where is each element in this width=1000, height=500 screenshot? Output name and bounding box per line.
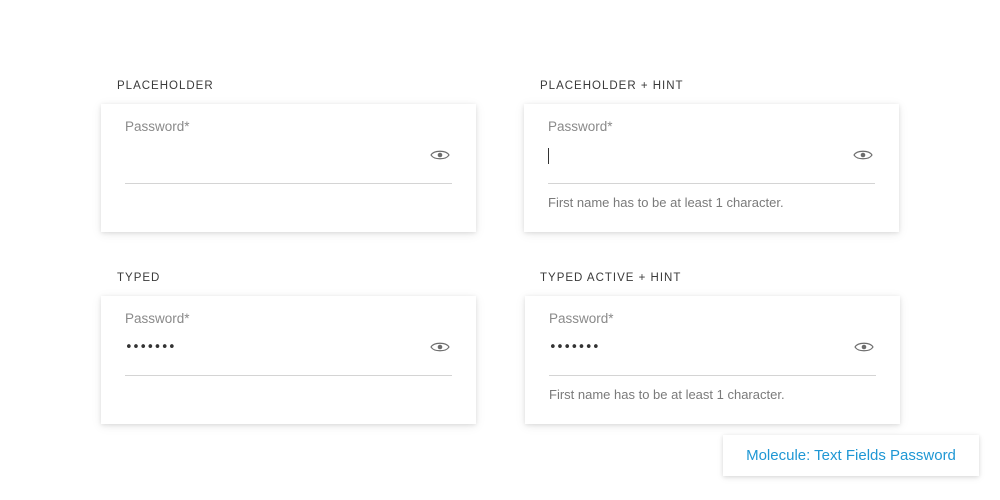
section-title-placeholder-hint: PLACEHOLDER + HINT (540, 80, 684, 92)
password-input[interactable]: ••••••• (125, 336, 452, 376)
password-input[interactable]: ••••••• (549, 336, 876, 376)
password-label: Password* (125, 311, 190, 326)
password-input[interactable] (548, 144, 875, 184)
password-label: Password* (125, 119, 190, 134)
component-tag: Molecule: Text Fields Password (723, 435, 979, 476)
section-title-typed-active-hint: TYPED ACTIVE + HINT (540, 272, 682, 284)
password-label: Password* (548, 119, 613, 134)
password-card-typed-active-hint: Password* ••••••• First name has to be a… (525, 296, 900, 424)
eye-icon[interactable] (430, 148, 450, 162)
hint-text: First name has to be at least 1 characte… (549, 387, 785, 402)
password-value: ••••••• (125, 340, 176, 355)
password-card-typed: Password* ••••••• (101, 296, 476, 424)
stage: PLACEHOLDER Password* PLACEHOLDER + HINT… (0, 0, 1000, 500)
eye-icon[interactable] (853, 148, 873, 162)
password-input[interactable] (125, 144, 452, 184)
eye-icon[interactable] (854, 340, 874, 354)
password-card-placeholder-hint: Password* First name has to be at least … (524, 104, 899, 232)
password-label: Password* (549, 311, 614, 326)
section-title-placeholder: PLACEHOLDER (117, 80, 214, 92)
password-card-placeholder: Password* (101, 104, 476, 232)
text-cursor (548, 148, 549, 164)
component-tag-label: Molecule: Text Fields Password (746, 447, 956, 464)
password-value: ••••••• (549, 340, 600, 355)
eye-icon[interactable] (430, 340, 450, 354)
hint-text: First name has to be at least 1 characte… (548, 195, 784, 210)
section-title-typed: TYPED (117, 272, 161, 284)
